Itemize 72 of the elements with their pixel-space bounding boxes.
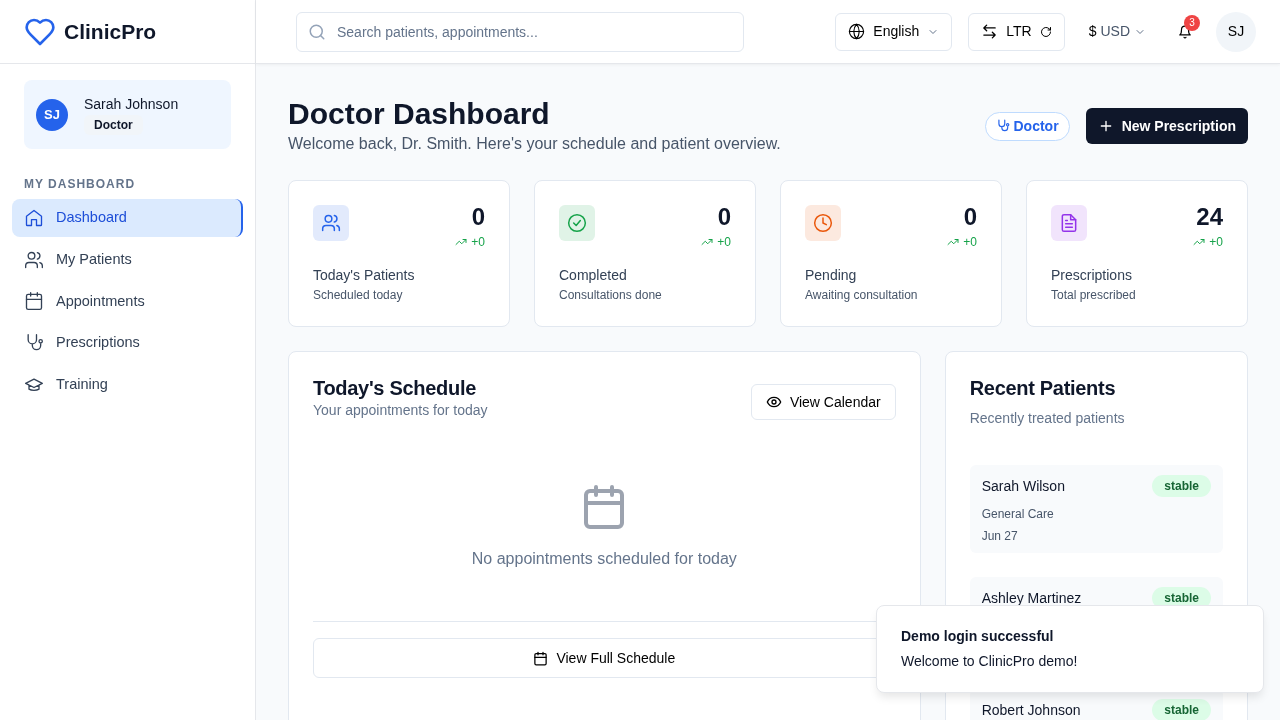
currency-dropdown[interactable]: $ USD [1080,20,1154,43]
refresh-icon [1039,25,1052,38]
patient-name: Robert Johnson [981,700,1081,720]
globe-icon [848,23,866,40]
page-title: Doctor Dashboard [288,96,551,132]
stat-label: Prescriptions [1051,266,1133,285]
toast-message: Welcome to ClinicPro demo! [901,652,1079,671]
page-subtitle: Welcome back, Dr. Smith. Here's your schedule and patient overview. [288,134,781,154]
role-label: Doctor [84,115,143,135]
stat-value: 0 [470,205,485,229]
notifications-button[interactable] [1178,24,1192,39]
stat-caption: Awaiting consultation [805,287,919,304]
stat-change: +0 [471,234,485,251]
profile-avatar[interactable]: SJ [1216,11,1256,52]
calendar-icon [24,291,44,312]
stat-value: 0 [716,205,731,229]
patient-department: General Care [981,506,1055,523]
search-icon [308,22,326,41]
trend-up-icon [701,236,714,248]
user-name: Sarah Johnson [84,95,179,114]
patient-item[interactable]: Sarah Wilson stable General Care Jun 27 [969,465,1223,553]
eye-icon [765,394,782,410]
stat-label: Today's Patients [313,266,416,285]
status-badge: stable [1152,699,1211,720]
status-badge: stable [1152,475,1211,497]
new-prescription-button[interactable]: New Prescription [1085,108,1248,144]
calendar-icon [533,650,549,666]
sidebar-item[interactable]: Prescriptions [12,324,243,362]
toast-title: Demo login successful [901,627,1055,646]
direction-toggle[interactable]: LTR [968,12,1065,51]
bell-icon [1178,24,1192,39]
role-badge: Doctor [984,111,1070,141]
avatar: SJ [36,98,68,131]
stat-change: +0 [717,234,731,251]
document-icon [1059,213,1079,233]
home-icon [24,207,44,228]
notification-count: 3 [1184,14,1200,31]
stat-value: 24 [1195,205,1223,229]
sidebar-item[interactable]: Appointments [12,282,243,321]
patient-date: Jun 27 [981,528,1019,545]
users-icon [321,213,341,233]
check-circle-icon [567,213,587,233]
sidebar-item[interactable]: Training [12,366,243,404]
users-icon [24,249,44,270]
stat-caption: Total prescribed [1051,287,1137,304]
language-dropdown[interactable]: English [835,12,953,51]
stat-caption: Consultations done [559,287,663,304]
stat-value: 0 [962,205,977,229]
card-title: Today's Schedule [313,376,477,400]
section-heading: MY DASHBOARD [23,176,137,193]
brand-name: ClinicPro [64,18,157,45]
view-calendar-button[interactable]: View Calendar [750,384,896,420]
trend-up-icon [947,236,960,248]
empty-message: No appointments scheduled for today [471,549,737,569]
trend-up-icon [1193,236,1206,248]
stat-change: +0 [963,234,977,251]
sidebar-item[interactable]: My Patients [12,240,243,279]
card-title: Recent Patients [969,376,1117,400]
stat-label: Pending [805,266,858,285]
sidebar-item[interactable]: Dashboard [12,199,243,237]
stethoscope-icon [995,119,1010,133]
patient-name: Sarah Wilson [981,476,1065,496]
stat-change: +0 [1209,234,1223,251]
card-subtitle: Recently treated patients [969,409,1126,428]
search-field[interactable]: Search patients, appointments... [296,11,744,52]
stat-label: Completed [559,266,628,285]
swap-arrows-icon [981,23,999,40]
trend-up-icon [455,236,468,248]
stat-caption: Scheduled today [313,287,404,304]
patient-name: Ashley Martinez [981,588,1082,608]
card-subtitle: Your appointments for today [313,401,488,420]
clock-icon [813,213,833,233]
